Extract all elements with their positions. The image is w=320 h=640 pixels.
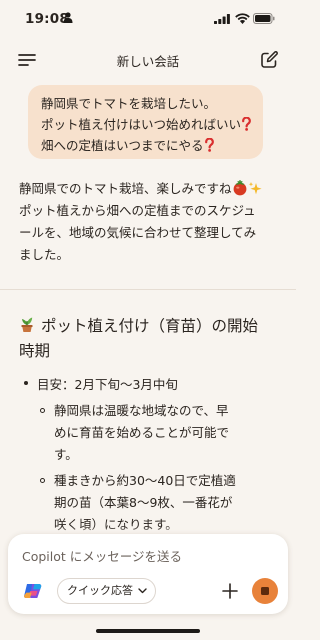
chevron-down-icon bbox=[138, 588, 147, 594]
message-composer: クイック応答 bbox=[8, 534, 288, 614]
sub-list-line: 静岡県は温暖な地域なので、早 bbox=[54, 403, 229, 418]
bullet-dot bbox=[40, 478, 45, 483]
sub-list-item: 静岡県は温暖な地域なので、早 めに育苗を始めることが可能で す。 bbox=[40, 400, 284, 466]
question-mark-icon bbox=[204, 138, 214, 152]
potted-plant-icon bbox=[19, 316, 35, 333]
bullet-list: 目安：2月下旬〜3月中旬 静岡県は温暖な地域なので、早 めに育苗を始めることが可… bbox=[24, 374, 284, 536]
list-item-text: 目安：2月下旬〜3月中旬 bbox=[37, 377, 178, 392]
bullet-dot bbox=[24, 381, 28, 385]
new-chat-icon bbox=[261, 51, 278, 68]
sub-list-line: 種まきから約30〜40日で定植適 bbox=[54, 473, 236, 488]
bullet-dot bbox=[40, 408, 45, 413]
stop-button[interactable] bbox=[252, 578, 278, 604]
user-message-line: 静岡県でトマトを栽培したい。 bbox=[41, 96, 217, 111]
app-header: 新しい会話 bbox=[0, 40, 296, 80]
section-heading-line: ポット植え付け（育苗）の開始 bbox=[41, 317, 259, 335]
response-mode-label: クイック応答 bbox=[67, 584, 133, 597]
user-message-bubble: 静岡県でトマトを栽培したい。 ポット植え付けはいつ始めればいい 畑への定植はいつ… bbox=[28, 85, 263, 159]
reply-line: ポット植えから畑への定植までのスケジュ bbox=[19, 203, 256, 218]
section-divider bbox=[0, 289, 296, 290]
user-message-line: ポット植え付けはいつ始めればいい bbox=[41, 114, 263, 135]
reply-line: 静岡県でのトマト栽培、楽しみですね bbox=[19, 178, 281, 200]
person-icon bbox=[63, 12, 73, 23]
section-heading: ポット植え付け（育苗）の開始 時期 bbox=[19, 314, 281, 364]
new-chat-button[interactable] bbox=[258, 49, 280, 71]
sub-list-line: す。 bbox=[54, 447, 78, 462]
page-title: 新しい会話 bbox=[116, 54, 180, 69]
copilot-logo-icon[interactable] bbox=[22, 580, 44, 602]
response-mode-dropdown[interactable]: クイック応答 bbox=[57, 578, 156, 604]
section-heading-line: 時期 bbox=[19, 342, 51, 360]
stop-icon bbox=[261, 587, 269, 595]
wifi-icon bbox=[235, 13, 250, 24]
sub-list-line: めに育苗を始めることが可能で bbox=[54, 425, 230, 440]
list-item: 目安：2月下旬〜3月中旬 bbox=[24, 374, 284, 396]
message-input[interactable] bbox=[22, 546, 242, 566]
user-message-line: 畑への定植はいつまでにやる bbox=[41, 135, 263, 156]
status-bar: 19:08 bbox=[0, 0, 296, 40]
sparkles-icon bbox=[248, 181, 263, 196]
home-indicator bbox=[96, 629, 200, 633]
battery-icon bbox=[253, 13, 275, 24]
reply-line: ールを、地域の気候に合わせて整理してみ bbox=[19, 225, 257, 240]
question-mark-icon bbox=[242, 117, 251, 131]
assistant-reply-intro: 静岡県でのトマト栽培、楽しみですね ポット植えから畑への定植までのスケジュ ール… bbox=[19, 178, 281, 266]
tomato-icon bbox=[232, 180, 248, 196]
plus-icon bbox=[222, 583, 238, 599]
sub-list-line: 期の苗（本葉8〜9枚、一番花が bbox=[54, 495, 233, 510]
signal-icon bbox=[214, 14, 230, 24]
add-attachment-button[interactable] bbox=[221, 582, 239, 600]
reply-line: ました。 bbox=[19, 247, 70, 262]
